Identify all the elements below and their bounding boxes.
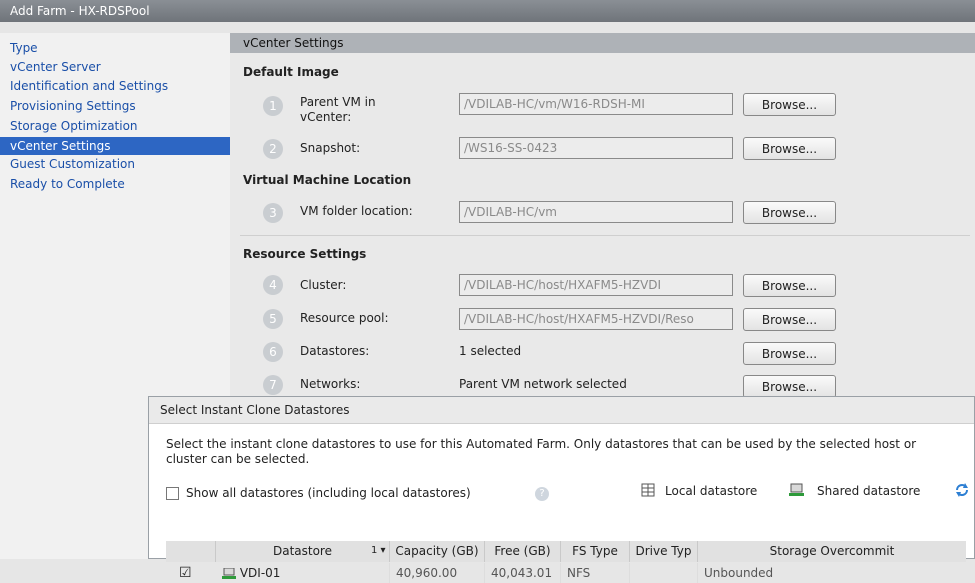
snapshot-field[interactable] — [459, 137, 733, 159]
dialog-title: Select Instant Clone Datastores — [160, 403, 350, 417]
nav-item-storage-optimization[interactable]: Storage Optimization — [10, 119, 138, 133]
section-divider — [240, 235, 970, 236]
step-badge-4: 4 — [263, 275, 283, 295]
resource-pool-field[interactable] — [459, 308, 733, 330]
nav-item-vcenter-settings[interactable]: vCenter Settings — [0, 137, 230, 155]
checkbox-checked-icon[interactable]: ☑ — [179, 565, 192, 581]
dialog-title-bar: Select Instant Clone Datastores — [149, 397, 974, 424]
local-datastore-icon — [641, 483, 655, 497]
browse-snapshot-button[interactable]: Browse... — [743, 137, 836, 160]
cluster-label: Cluster: — [300, 278, 347, 292]
datastore-header-label: Datastore — [272, 544, 332, 558]
browse-vm-folder-button[interactable]: Browse... — [743, 201, 836, 224]
datastore-name: VDI-01 — [239, 566, 281, 580]
refresh-icon[interactable] — [954, 482, 970, 498]
step-badge-6: 6 — [263, 342, 283, 362]
shared-datastore-icon — [222, 567, 236, 579]
section-vm-location: Virtual Machine Location — [243, 173, 412, 187]
page-header: vCenter Settings — [230, 33, 975, 53]
help-icon[interactable]: ? — [535, 487, 549, 501]
step-badge-1: 1 — [263, 96, 283, 116]
browse-datastores-button[interactable]: Browse... — [743, 342, 836, 365]
show-all-datastores-checkbox[interactable] — [166, 487, 179, 500]
section-resource-settings: Resource Settings — [243, 247, 367, 261]
legend-shared-datastore: Shared datastore — [817, 484, 921, 498]
cluster-field[interactable] — [459, 274, 733, 296]
fs-type-cell: NFS — [561, 563, 630, 583]
networks-value: Parent VM network selected — [459, 377, 627, 391]
dialog-description: Select the instant clone datastores to u… — [166, 437, 917, 466]
free-cell: 40,043.01 — [485, 563, 561, 583]
networks-label: Networks: — [300, 377, 361, 391]
sort-indicator: 1 ▾ — [371, 545, 386, 556]
step-badge-7: 7 — [263, 375, 283, 395]
browse-parent-vm-button[interactable]: Browse... — [743, 93, 836, 116]
nav-item-type[interactable]: Type — [10, 41, 38, 55]
parent-vm-field[interactable] — [459, 93, 733, 115]
page-title: vCenter Settings — [243, 36, 344, 50]
nav-item-vcenter-server[interactable]: vCenter Server — [10, 60, 101, 74]
overcommit-cell: Unbounded — [704, 566, 774, 580]
browse-cluster-button[interactable]: Browse... — [743, 274, 836, 297]
select-datastores-dialog: Select Instant Clone Datastores Select t… — [148, 396, 975, 583]
window-title-bar: Add Farm - HX-RDSPool — [0, 0, 975, 22]
show-all-datastores-label: Show all datastores (including local dat… — [186, 486, 471, 500]
datastore-cell: VDI-01 — [216, 563, 390, 583]
nav-item-guest-customization[interactable]: Guest Customization — [10, 157, 135, 171]
step-badge-3: 3 — [263, 203, 283, 223]
step-badge-5: 5 — [263, 309, 283, 329]
resource-pool-label: Resource pool: — [300, 311, 389, 325]
window-title: Add Farm - HX-RDSPool — [10, 4, 150, 18]
step-badge-2: 2 — [263, 139, 283, 159]
shared-datastore-icon — [789, 483, 804, 496]
snapshot-label: Snapshot: — [300, 141, 361, 155]
section-default-image: Default Image — [243, 65, 339, 79]
drive-type-cell — [630, 563, 698, 583]
nav-item-identification[interactable]: Identification and Settings — [10, 79, 168, 93]
nav-item-ready-to-complete[interactable]: Ready to Complete — [10, 177, 125, 191]
legend-local-datastore: Local datastore — [665, 484, 758, 498]
vm-folder-field[interactable] — [459, 201, 733, 223]
datastores-value: 1 selected — [459, 344, 522, 358]
vm-folder-label: VM folder location: — [300, 204, 413, 218]
datastores-label: Datastores: — [300, 344, 370, 358]
browse-resource-pool-button[interactable]: Browse... — [743, 308, 836, 331]
parent-vm-label: Parent VM in vCenter: — [300, 95, 376, 124]
browse-networks-button[interactable]: Browse... — [743, 375, 836, 398]
capacity-cell: 40,960.00 — [390, 563, 485, 583]
nav-item-provisioning[interactable]: Provisioning Settings — [10, 99, 136, 113]
